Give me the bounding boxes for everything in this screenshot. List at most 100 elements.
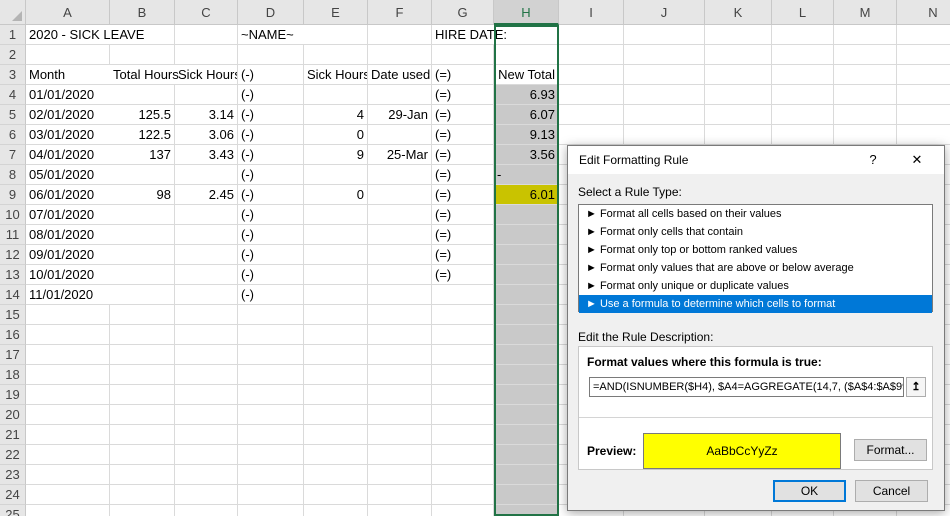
cell-e16[interactable]	[304, 325, 368, 345]
cell-g12[interactable]: (=)	[432, 245, 494, 265]
row-header-25[interactable]: 25	[0, 505, 26, 516]
rule-type-list[interactable]: ► Format all cells based on their values…	[578, 204, 933, 313]
row-header-21[interactable]: 21	[0, 425, 26, 445]
cell-b10[interactable]	[110, 205, 175, 225]
cell-k2[interactable]	[705, 45, 772, 65]
cell-c15[interactable]	[175, 305, 238, 325]
cell-b8[interactable]	[110, 165, 175, 185]
cell-h5[interactable]: 6.07	[494, 105, 559, 125]
cell-g2[interactable]	[432, 45, 494, 65]
cell-b11[interactable]	[110, 225, 175, 245]
row-header-12[interactable]: 12	[0, 245, 26, 265]
cell-i3[interactable]	[559, 65, 624, 85]
cell-l4[interactable]	[772, 85, 834, 105]
cell-f8[interactable]	[368, 165, 432, 185]
cell-b22[interactable]	[110, 445, 175, 465]
column-header-m[interactable]: M	[834, 0, 897, 25]
cell-e21[interactable]	[304, 425, 368, 445]
close-icon[interactable]: ✕	[902, 149, 932, 171]
column-header-a[interactable]: A	[26, 0, 110, 25]
cell-a23[interactable]	[26, 465, 110, 485]
cell-b14[interactable]	[110, 285, 175, 305]
cell-h16[interactable]	[494, 325, 559, 345]
cell-m3[interactable]	[834, 65, 897, 85]
cell-d19[interactable]	[238, 385, 304, 405]
cell-e9[interactable]: 0	[304, 185, 368, 205]
cell-g8[interactable]: (=)	[432, 165, 494, 185]
cell-f19[interactable]	[368, 385, 432, 405]
cell-n3[interactable]	[897, 65, 950, 85]
cell-g19[interactable]	[432, 385, 494, 405]
row-header-7[interactable]: 7	[0, 145, 26, 165]
cell-b19[interactable]	[110, 385, 175, 405]
cell-g21[interactable]	[432, 425, 494, 445]
cell-c6[interactable]: 3.06	[175, 125, 238, 145]
cell-m4[interactable]	[834, 85, 897, 105]
rule-type-item[interactable]: ► Format only top or bottom ranked value…	[579, 241, 932, 259]
cell-b20[interactable]	[110, 405, 175, 425]
cell-g13[interactable]: (=)	[432, 265, 494, 285]
cell-k6[interactable]	[705, 125, 772, 145]
cell-g5[interactable]: (=)	[432, 105, 494, 125]
cell-a15[interactable]	[26, 305, 110, 325]
cell-f13[interactable]	[368, 265, 432, 285]
cell-l1[interactable]	[772, 25, 834, 45]
cell-k1[interactable]	[705, 25, 772, 45]
cell-f2[interactable]	[368, 45, 432, 65]
cell-i6[interactable]	[559, 125, 624, 145]
cell-f7[interactable]: 25-Mar	[368, 145, 432, 165]
column-header-b[interactable]: B	[110, 0, 175, 25]
cell-c23[interactable]	[175, 465, 238, 485]
cell-g22[interactable]	[432, 445, 494, 465]
cell-b18[interactable]	[110, 365, 175, 385]
cell-h2[interactable]	[494, 45, 559, 65]
cell-f5[interactable]: 29-Jan	[368, 105, 432, 125]
cell-h15[interactable]	[494, 305, 559, 325]
cell-m5[interactable]	[834, 105, 897, 125]
cell-g6[interactable]: (=)	[432, 125, 494, 145]
cell-d4[interactable]: (-)	[238, 85, 304, 105]
cell-c16[interactable]	[175, 325, 238, 345]
column-header-c[interactable]: C	[175, 0, 238, 25]
row-header-20[interactable]: 20	[0, 405, 26, 425]
cell-d20[interactable]	[238, 405, 304, 425]
cell-h25[interactable]	[494, 505, 559, 516]
cell-f10[interactable]	[368, 205, 432, 225]
cell-e13[interactable]	[304, 265, 368, 285]
cell-l3[interactable]	[772, 65, 834, 85]
cell-c25[interactable]	[175, 505, 238, 516]
cell-c22[interactable]	[175, 445, 238, 465]
row-header-11[interactable]: 11	[0, 225, 26, 245]
row-header-24[interactable]: 24	[0, 485, 26, 505]
cell-e2[interactable]	[304, 45, 368, 65]
cell-e5[interactable]: 4	[304, 105, 368, 125]
cell-d1[interactable]: ~NAME~	[238, 25, 304, 45]
cell-c10[interactable]	[175, 205, 238, 225]
cell-f20[interactable]	[368, 405, 432, 425]
cell-c21[interactable]	[175, 425, 238, 445]
cell-e23[interactable]	[304, 465, 368, 485]
cell-e1[interactable]	[304, 25, 368, 45]
help-icon[interactable]: ?	[858, 149, 888, 171]
cell-f18[interactable]	[368, 365, 432, 385]
cell-a19[interactable]	[26, 385, 110, 405]
row-header-14[interactable]: 14	[0, 285, 26, 305]
cell-d5[interactable]: (-)	[238, 105, 304, 125]
cell-a11[interactable]: 08/01/2020	[26, 225, 110, 245]
cell-a10[interactable]: 07/01/2020	[26, 205, 110, 225]
cell-e11[interactable]	[304, 225, 368, 245]
row-header-13[interactable]: 13	[0, 265, 26, 285]
cell-g16[interactable]	[432, 325, 494, 345]
cell-h4[interactable]: 6.93	[494, 85, 559, 105]
row-header-15[interactable]: 15	[0, 305, 26, 325]
cell-d24[interactable]	[238, 485, 304, 505]
cell-a22[interactable]	[26, 445, 110, 465]
column-header-e[interactable]: E	[304, 0, 368, 25]
cell-c17[interactable]	[175, 345, 238, 365]
cell-a7[interactable]: 04/01/2020	[26, 145, 110, 165]
cell-g10[interactable]: (=)	[432, 205, 494, 225]
cell-e19[interactable]	[304, 385, 368, 405]
rule-type-item[interactable]: ► Use a formula to determine which cells…	[579, 295, 932, 313]
cell-e20[interactable]	[304, 405, 368, 425]
row-header-9[interactable]: 9	[0, 185, 26, 205]
